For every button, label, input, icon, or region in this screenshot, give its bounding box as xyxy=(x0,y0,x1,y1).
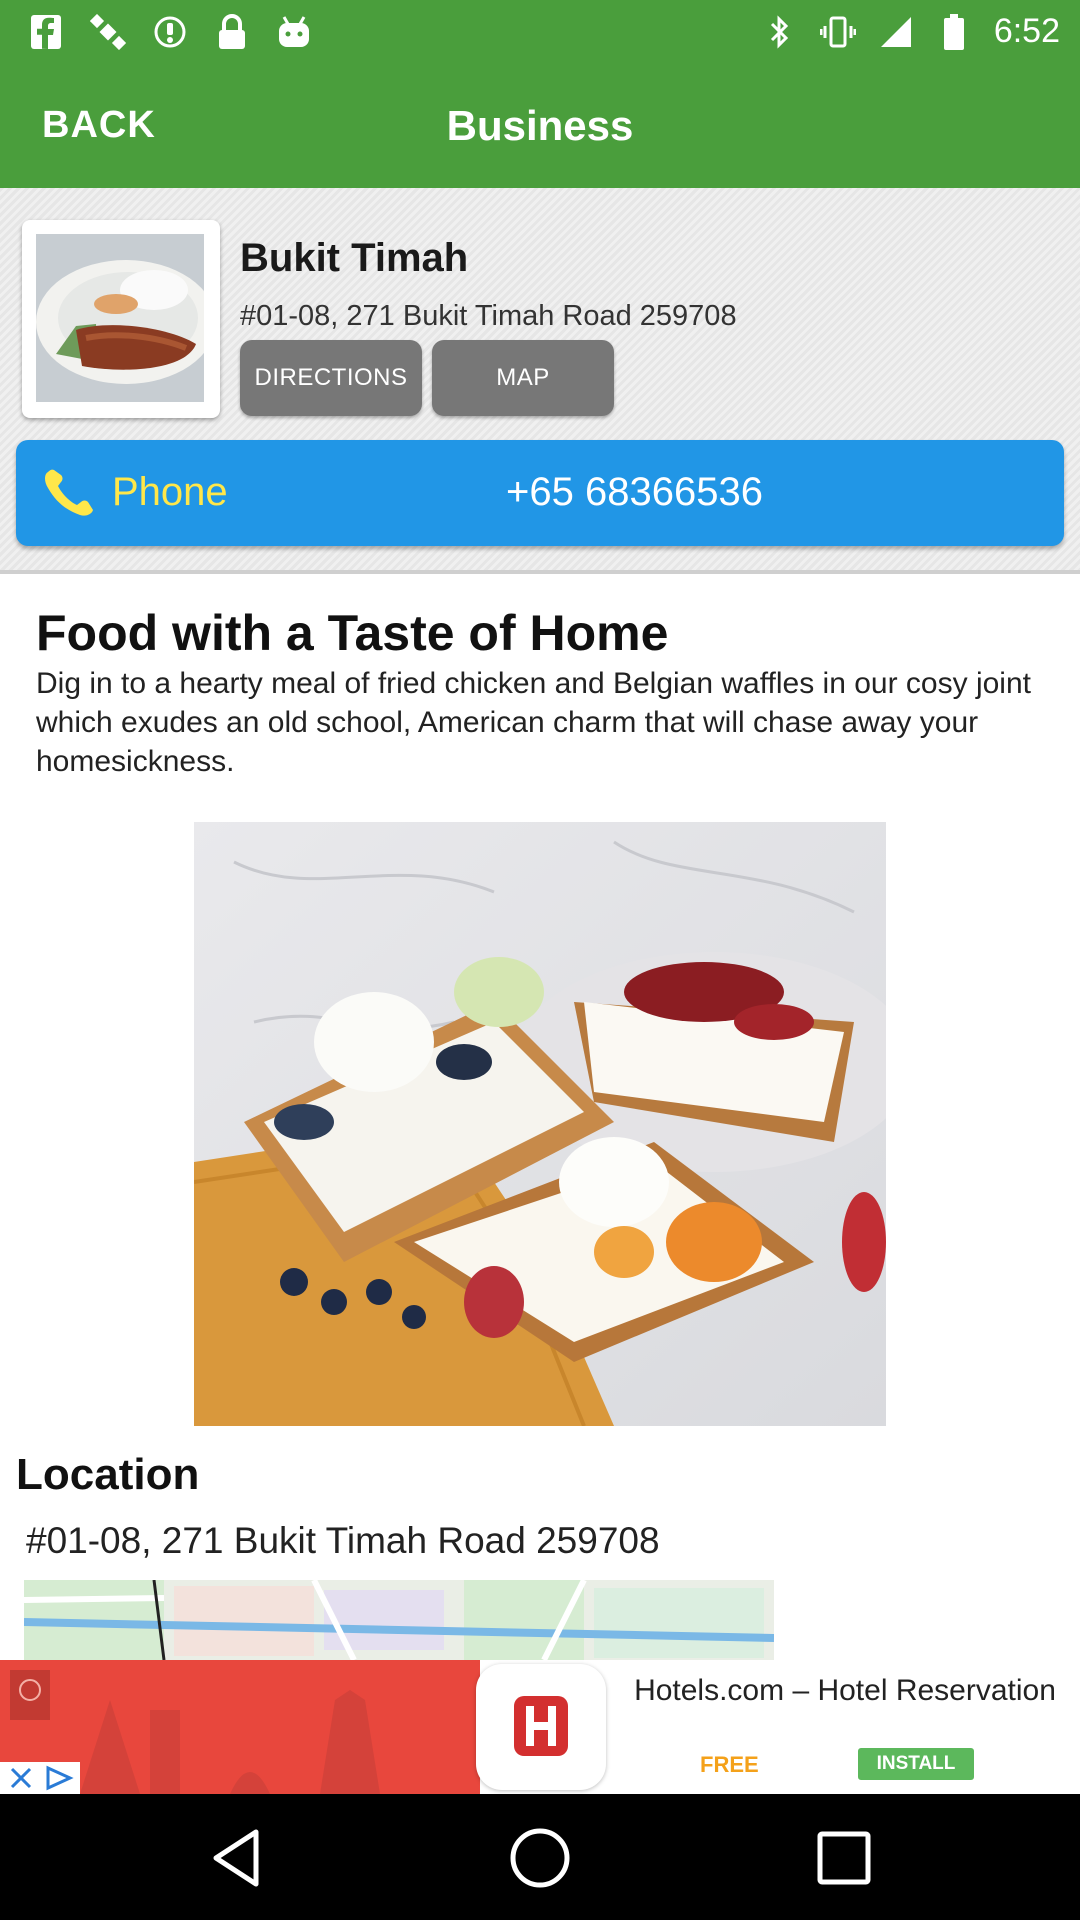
hotels-logo-icon xyxy=(476,1664,606,1790)
ad-banner[interactable]: Hotels.com – Hotel Reservation FREE INST… xyxy=(0,1660,1080,1794)
phone-number[interactable]: +65 68366536 xyxy=(506,470,763,515)
business-address: #01-08, 271 Bukit Timah Road 259708 xyxy=(240,300,737,332)
status-time: 6:52 xyxy=(993,12,1060,50)
content-title: Food with a Taste of Home xyxy=(36,605,669,661)
ad-title: Hotels.com – Hotel Reservation xyxy=(634,1674,1056,1707)
nav-home-icon[interactable] xyxy=(502,1820,578,1896)
info-icon xyxy=(152,14,188,50)
map-button[interactable]: MAP xyxy=(432,340,614,416)
ad-install-button[interactable]: INSTALL xyxy=(858,1748,974,1780)
bluetooth-icon xyxy=(762,14,798,50)
phone-label: Phone xyxy=(112,470,228,514)
page-title: Business xyxy=(446,102,634,149)
android-icon xyxy=(276,14,312,50)
app-bar: BACK Business xyxy=(0,64,1080,188)
phone-icon xyxy=(45,469,93,516)
business-name: Bukit Timah xyxy=(240,236,469,280)
facebook-icon xyxy=(28,14,64,50)
battery-icon xyxy=(936,13,972,50)
location-map[interactable] xyxy=(24,1580,774,1660)
ad-controls xyxy=(0,1762,80,1794)
status-bar: 6:52 xyxy=(0,0,1080,64)
vibrate-icon xyxy=(819,14,856,50)
signal-icon xyxy=(878,14,914,50)
nav-back-icon[interactable] xyxy=(198,1820,274,1896)
status-right-icons: 6:52 xyxy=(762,12,1060,51)
navigation-bar xyxy=(0,1794,1080,1920)
business-thumbnail xyxy=(22,220,220,418)
ad-choices-icon[interactable] xyxy=(40,1764,76,1792)
phone-bar[interactable]: Phone +65 68366536 xyxy=(16,440,1064,546)
content-description: Dig in to a hearty meal of fried chicken… xyxy=(36,667,1031,778)
waffle-photo xyxy=(194,822,886,1426)
directions-button[interactable]: DIRECTIONS xyxy=(240,340,422,416)
ad-close-icon[interactable] xyxy=(6,1764,36,1792)
business-thumbnail-image xyxy=(36,234,204,402)
location-title: Location xyxy=(16,1450,200,1499)
ad-price: FREE xyxy=(700,1752,759,1777)
status-left-icons xyxy=(28,14,312,50)
location-address: #01-08, 271 Bukit Timah Road 259708 xyxy=(26,1520,660,1561)
business-header: Bukit Timah #01-08, 271 Bukit Timah Road… xyxy=(0,188,1080,574)
satellite-icon xyxy=(90,14,126,50)
nav-recents-icon[interactable] xyxy=(806,1820,882,1896)
lock-icon xyxy=(214,14,250,50)
